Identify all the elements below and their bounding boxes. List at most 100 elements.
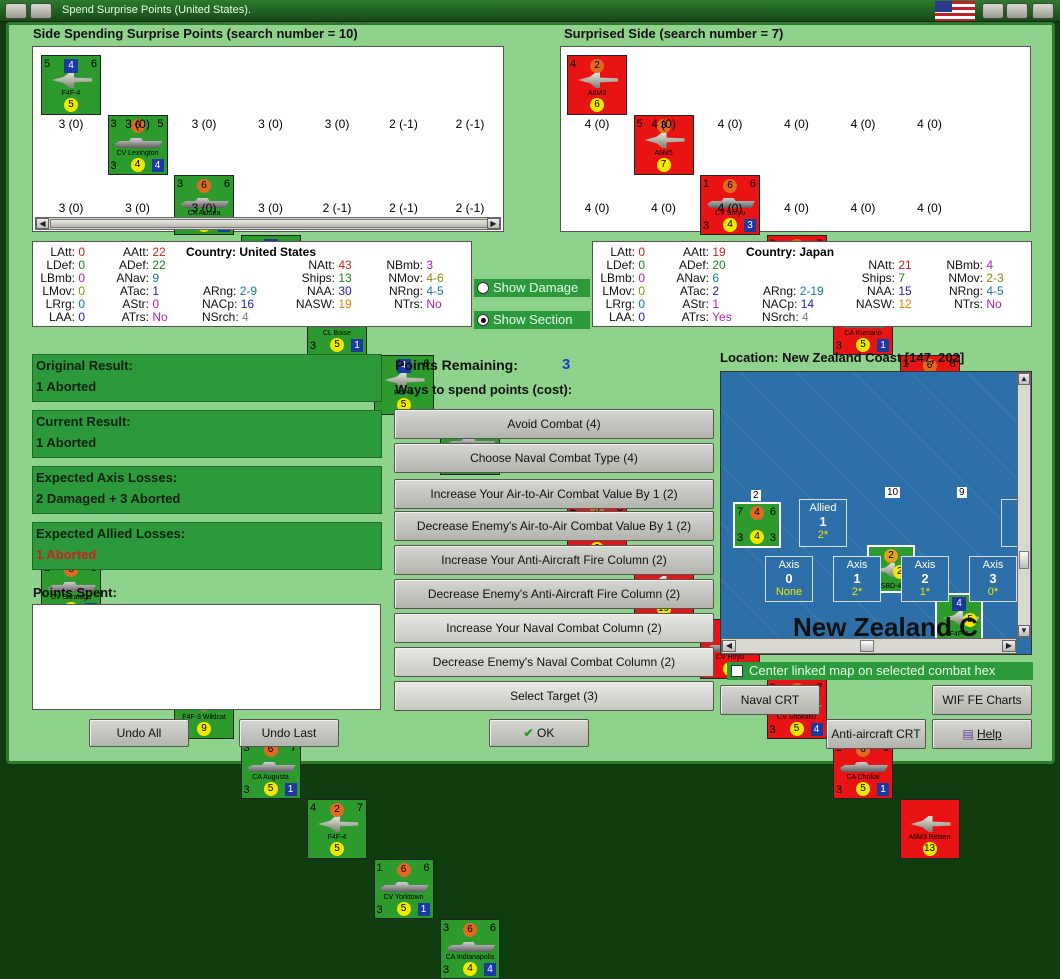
counter-bl: 3 <box>310 340 317 352</box>
counter-mid: 2 <box>330 803 344 817</box>
counter-bl: 3 <box>110 160 117 172</box>
unit-counter[interactable]: 5645F4F-4 <box>41 55 101 115</box>
axis-combat-box[interactable]: Axis 3 0* <box>969 556 1017 602</box>
map-scroll-left-arrow[interactable]: ◀ <box>722 640 736 652</box>
allied-combat-box[interactable]: Allied 1 2* <box>799 499 847 547</box>
axis-combat-box[interactable]: Axis 2 1* <box>901 556 949 602</box>
show-damage-radio[interactable] <box>477 282 489 294</box>
show-section-label: Show Section <box>493 312 573 327</box>
unit-counter[interactable]: 4 7 2 5 F4F-4 <box>307 799 367 859</box>
unit-caption: 3 (0) <box>125 201 150 215</box>
close-button[interactable] <box>1032 3 1054 19</box>
counter-name: CV Lexington <box>116 150 159 157</box>
combat-map[interactable]: 2 7 4 6 3 4 3 Allied 1 2* 10 2 2 SBD-4 9… <box>720 371 1032 655</box>
points-spent-label: Points Spent: <box>33 585 117 600</box>
hex-stack-count: 2 <box>751 490 761 501</box>
counter-br: 3 <box>744 219 756 232</box>
system-menu-button[interactable] <box>5 3 27 19</box>
map-vscroll-thumb[interactable] <box>1019 551 1029 569</box>
help-button[interactable]: ▤ Help <box>932 719 1032 749</box>
stat-lmov: LMov: 0 <box>602 284 646 298</box>
stat-atrs: ATrs: No <box>121 310 168 324</box>
hex-counter-ship[interactable]: 7 4 6 3 4 3 <box>733 502 781 548</box>
map-scroll-right-arrow[interactable]: ▶ <box>1002 640 1016 652</box>
show-damage-option[interactable]: Show Damage <box>474 279 590 297</box>
spend-option-button[interactable]: Decrease Enemy's Air-to-Air Combat Value… <box>394 511 714 541</box>
aa-crt-button[interactable]: Anti-aircraft CRT <box>826 719 926 749</box>
scroll-left-arrow[interactable]: ◀ <box>36 218 49 229</box>
unit-counter[interactable]: 3 7 6 3 5 1 CA Augusta <box>240 739 301 799</box>
axis-combat-box[interactable]: Axis 0 None <box>765 556 813 602</box>
stat-nmov: NMov: 4-6 <box>388 271 444 285</box>
unit-counter[interactable]: 1 6 6 3 5 1 CV Yorktown <box>373 859 434 919</box>
points-spent-list[interactable] <box>32 604 381 710</box>
center-map-option[interactable]: Center linked map on selected combat hex <box>727 662 1033 680</box>
counter-name: A6M5 <box>654 150 673 157</box>
allied-losses-box: Expected Allied Losses: 1 Aborted <box>32 522 382 570</box>
spend-option-button[interactable]: Decrease Enemy's Anti-Aircraft Fire Colu… <box>394 579 714 609</box>
stat-lrrg: LRrg: 0 <box>45 297 86 311</box>
unit-counter[interactable]: 4 2 6 A6M3 <box>567 55 627 115</box>
stat-nacp: NACp: 14 <box>762 297 815 311</box>
spend-option-button[interactable]: Choose Naval Combat Type (4) <box>394 443 714 473</box>
checkmark-icon: ✔ <box>523 726 534 740</box>
unit-caption: 3 (0) <box>191 201 217 215</box>
us-side-header: Side Spending Surprise Points (search nu… <box>33 26 358 41</box>
counter-bc: 9 <box>197 722 211 736</box>
counter-tl: 1 <box>703 178 710 190</box>
stat-aatt: AAtt: 19 <box>682 245 726 259</box>
spend-option-button[interactable]: Decrease Enemy's Naval Combat Column (2) <box>394 647 714 677</box>
allied-box-label: Allied <box>809 502 837 514</box>
spend-option-button[interactable]: Increase Your Air-to-Air Combat Value By… <box>394 479 714 509</box>
axis-combat-box[interactable]: Axis 1 2* <box>833 556 881 602</box>
scroll-right-arrow[interactable]: ▶ <box>487 218 500 229</box>
unit-counter[interactable]: 13 A6M3 Reisen <box>899 799 960 859</box>
undo-all-button[interactable]: Undo All <box>89 719 189 747</box>
counter-tl: 4 <box>310 802 317 814</box>
spend-option-button[interactable]: Increase Your Anti-Aircraft Fire Column … <box>394 545 714 575</box>
maximize-button[interactable] <box>1006 3 1028 19</box>
stat-nacp: NACp: 16 <box>202 297 255 311</box>
counter-bc: 5 <box>64 98 78 112</box>
unit-caption: 2 (-1) <box>322 201 352 215</box>
map-hscroll-thumb[interactable] <box>860 640 874 652</box>
map-scroll-up-arrow[interactable]: ▲ <box>1018 373 1030 385</box>
map-horizontal-scrollbar[interactable]: ◀ ▶ <box>721 638 1017 654</box>
unit-counter[interactable]: 3 6 6 3 4 4 CA Indianapolis <box>440 919 500 979</box>
help-title-button[interactable] <box>982 3 1004 19</box>
counter-tl: 5 <box>44 58 51 70</box>
stat-anav: ANav: 9 <box>116 271 160 285</box>
stat-latt: LAtt: 0 <box>610 245 646 259</box>
show-section-radio[interactable] <box>477 314 489 326</box>
us-counters-scrollbar[interactable]: ◀ ▶ <box>35 217 501 230</box>
stat-nbmb: NBmb: 3 <box>386 258 434 272</box>
stat-nmov: NMov: 2-3 <box>948 271 1004 285</box>
spend-option-button[interactable]: Increase Your Naval Combat Column (2) <box>394 613 714 643</box>
stat-ntrs: NTrs: No <box>954 297 1002 311</box>
undo-last-button[interactable]: Undo Last <box>239 719 339 747</box>
current-result-box: Current Result: 1 Aborted <box>32 410 382 458</box>
ship-silhouette-icon <box>380 882 429 892</box>
ways-to-spend-label: Ways to spend points (cost): <box>395 382 573 397</box>
show-section-option[interactable]: Show Section <box>474 311 590 329</box>
stat-nasw: NASW: 12 <box>855 297 912 311</box>
wif-charts-button[interactable]: WIF FE Charts <box>932 685 1032 715</box>
counter-tl: 3 <box>443 922 450 934</box>
minimize-button[interactable] <box>30 3 52 19</box>
spend-option-button[interactable]: Avoid Combat (4) <box>394 409 714 439</box>
map-vertical-scrollbar[interactable]: ▲ ▼ <box>1017 372 1031 638</box>
counter-mid: 2 <box>590 59 604 73</box>
unit-caption: 4 (0) <box>651 117 676 131</box>
map-scroll-down-arrow[interactable]: ▼ <box>1018 625 1030 637</box>
counter-mid: 4 <box>64 59 78 73</box>
counter-bc: 5 <box>330 338 344 352</box>
stat-nbmb: NBmb: 4 <box>946 258 994 272</box>
center-map-checkbox[interactable] <box>731 665 743 677</box>
counter-bc: 4 <box>463 962 477 976</box>
naval-crt-button[interactable]: Naval CRT <box>720 685 820 715</box>
unit-caption: 4 (0) <box>651 201 676 215</box>
ok-button[interactable]: ✔ OK <box>489 719 589 747</box>
scroll-thumb[interactable] <box>50 219 496 228</box>
counter-bl: 3 <box>376 904 383 916</box>
spend-option-button[interactable]: Select Target (3) <box>394 681 714 711</box>
